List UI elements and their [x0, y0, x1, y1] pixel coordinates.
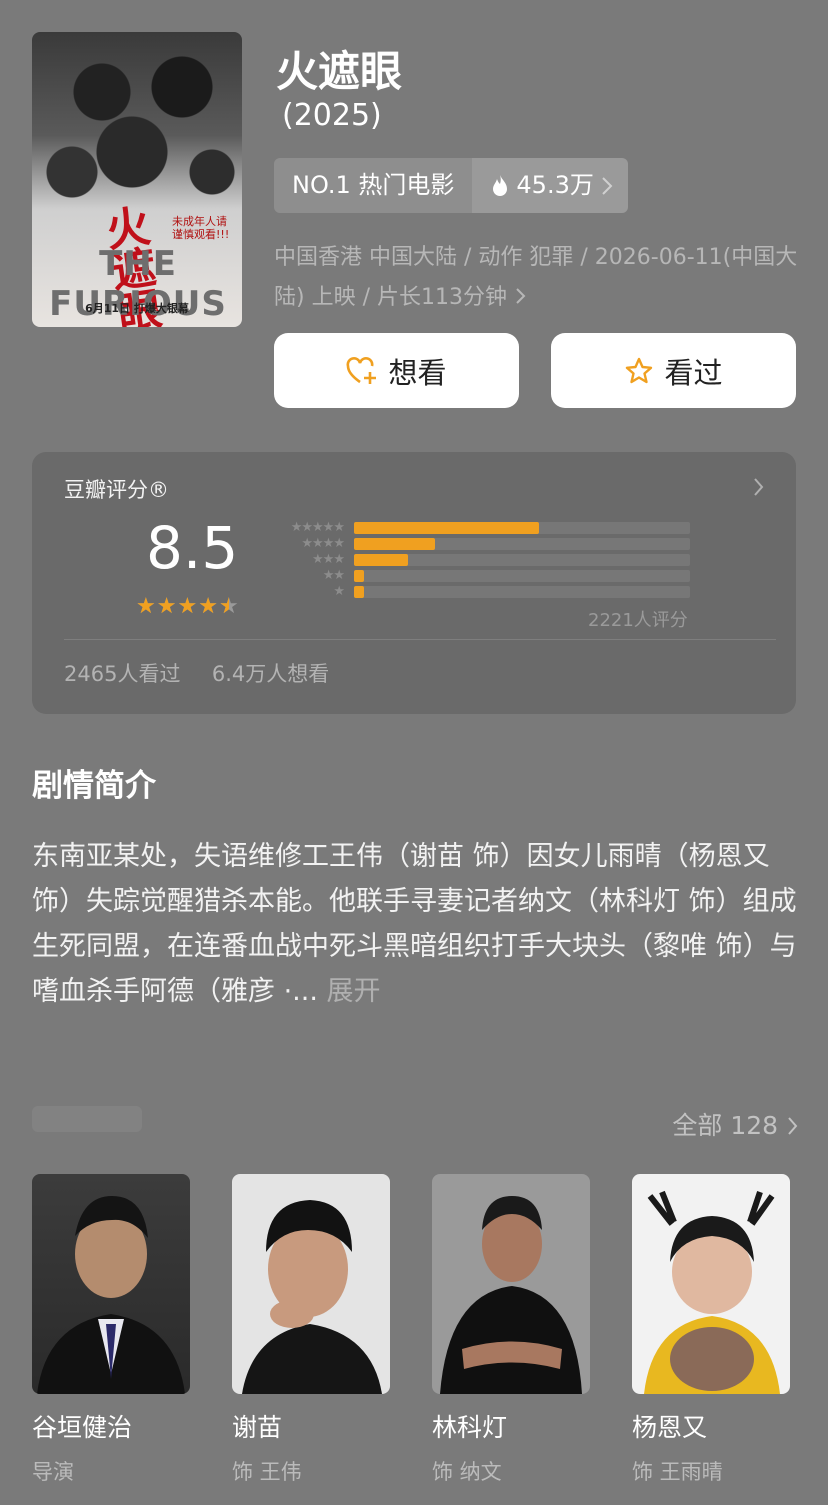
cast-member[interactable]: 林科灯 饰 纳文 — [432, 1174, 590, 1486]
movie-year: (2025) — [282, 98, 382, 133]
cast-photo — [432, 1174, 590, 1394]
expand-link[interactable]: 展开 — [327, 976, 381, 1007]
cast-member[interactable]: 杨恩又 饰 王雨晴 — [632, 1174, 790, 1486]
rating-footer: 2465人看过 6.4万人想看 — [64, 658, 329, 688]
seen-count: 2465人看过 — [64, 662, 181, 686]
person-silhouette-icon — [242, 1200, 382, 1394]
rank-badge[interactable]: NO.1 热门电影 45.3万 — [274, 158, 628, 213]
rank-label: NO.1 热门电影 — [274, 158, 473, 213]
heart-plus-icon — [347, 356, 377, 384]
rating-bar-track — [354, 554, 690, 566]
cast-photo — [232, 1174, 390, 1394]
person-silhouette-icon — [644, 1190, 780, 1394]
heat-value: 45.3万 — [516, 171, 594, 199]
chevron-right-icon — [516, 288, 526, 304]
rating-count: 2221人评分 — [588, 610, 688, 631]
wish-count: 6.4万人想看 — [211, 662, 330, 686]
cast-role: 导演 — [32, 1460, 74, 1484]
want-label: 想看 — [388, 355, 447, 390]
movie-title: 火遮眼 — [276, 47, 403, 96]
rating-bar-stars: ★★★★★ — [290, 520, 345, 535]
cast-name: 林科灯 — [432, 1413, 508, 1442]
synopsis-text[interactable]: 东南亚某处，失语维修工王伟（谢苗 饰）因女儿雨晴（杨恩又 饰）失踪觉醒猎杀本能。… — [32, 834, 802, 1014]
rating-bar-row: ★★★★★ — [270, 520, 690, 536]
rating-bar-track — [354, 538, 690, 550]
rating-card[interactable]: 豆瓣评分® 8.5 ★★★★★★★★★★ ★★★★★★★★★★★★★★★ 222… — [32, 452, 796, 714]
cast-all-label: 全部 128 — [672, 1111, 779, 1140]
movie-poster[interactable]: 未成年人请谨慎观看!!! 火遮眼 THE FURIOUS 6月11日 打爆大银幕 — [32, 32, 242, 327]
seen-label: 看过 — [664, 355, 723, 390]
cast-section-label — [32, 1106, 142, 1132]
chevron-right-icon — [788, 1117, 798, 1135]
poster-figures — [32, 32, 242, 212]
movie-meta[interactable]: 中国香港 中国大陆 / 动作 犯罪 / 2026-06-11(中国大陆) 上映 … — [274, 238, 804, 318]
rating-bar-row: ★★★ — [270, 552, 690, 568]
poster-tagline: 未成年人请谨慎观看!!! — [172, 215, 230, 241]
rating-bar-track — [354, 522, 690, 534]
cast-role: 饰 纳文 — [432, 1460, 502, 1484]
rating-bar-row: ★★★★ — [270, 536, 690, 552]
rating-bar-fill — [354, 554, 408, 566]
cast-member[interactable]: 谷垣健治 导演 — [32, 1174, 190, 1486]
rating-bar-track — [354, 570, 690, 582]
person-silhouette-icon — [440, 1196, 582, 1394]
rating-bar-row: ★★ — [270, 568, 690, 584]
cast-all-link[interactable]: 全部 128 — [672, 1106, 800, 1142]
heat-indicator[interactable]: 45.3万 — [472, 158, 628, 213]
poster-release: 6月11日 打爆大银幕 — [85, 302, 189, 315]
person-silhouette-icon — [37, 1196, 185, 1394]
rating-bar-stars: ★★★ — [312, 552, 345, 567]
divider — [64, 639, 776, 640]
rating-bar-track — [354, 586, 690, 598]
rating-bar-stars: ★★★★ — [301, 536, 345, 551]
synopsis-title: 剧情简介 — [32, 768, 156, 804]
chevron-right-icon — [754, 478, 764, 496]
cast-name: 谢苗 — [232, 1413, 283, 1442]
rating-stars: ★★★★★★★★★★ — [136, 594, 240, 619]
rating-star: ★★ — [156, 594, 178, 619]
rating-bar-row: ★ — [270, 584, 690, 600]
cast-role: 饰 王雨晴 — [632, 1460, 723, 1484]
cast-role: 饰 王伟 — [232, 1460, 302, 1484]
rating-bar-fill — [354, 586, 365, 598]
rating-bar-fill — [354, 538, 435, 550]
cast-name: 谷垣健治 — [32, 1413, 133, 1442]
cast-member[interactable]: 谢苗 饰 王伟 — [232, 1174, 390, 1486]
rating-distribution: ★★★★★ ★★★★ ★★★ ★★ ★ — [270, 520, 690, 600]
rating-bar-fill — [354, 570, 365, 582]
movie-meta-text: 中国香港 中国大陆 / 动作 犯罪 / 2026-06-11(中国大陆) 上映 … — [274, 245, 798, 310]
chevron-right-icon — [602, 176, 613, 195]
seen-button[interactable]: 看过 — [551, 333, 796, 408]
rating-label: 豆瓣评分® — [64, 478, 169, 502]
synopsis-body: 东南亚某处，失语维修工王伟（谢苗 饰）因女儿雨晴（杨恩又 饰）失踪觉醒猎杀本能。… — [32, 841, 797, 1007]
cast-name: 杨恩又 — [632, 1413, 708, 1442]
cast-photo — [632, 1174, 790, 1394]
rating-bar-stars: ★★ — [322, 568, 345, 583]
rating-bar-fill — [354, 522, 539, 534]
cast-photo — [32, 1174, 190, 1394]
rating-bar-stars: ★ — [333, 584, 345, 599]
rating-score: 8.5 — [146, 514, 239, 582]
rating-star: ★★ — [177, 594, 199, 619]
rating-star: ★★ — [218, 594, 240, 619]
want-button[interactable]: 想看 — [274, 333, 519, 408]
rating-star: ★★ — [136, 594, 157, 619]
flame-icon — [493, 174, 508, 196]
rating-star: ★★ — [198, 594, 219, 619]
star-outline-icon — [626, 357, 653, 383]
